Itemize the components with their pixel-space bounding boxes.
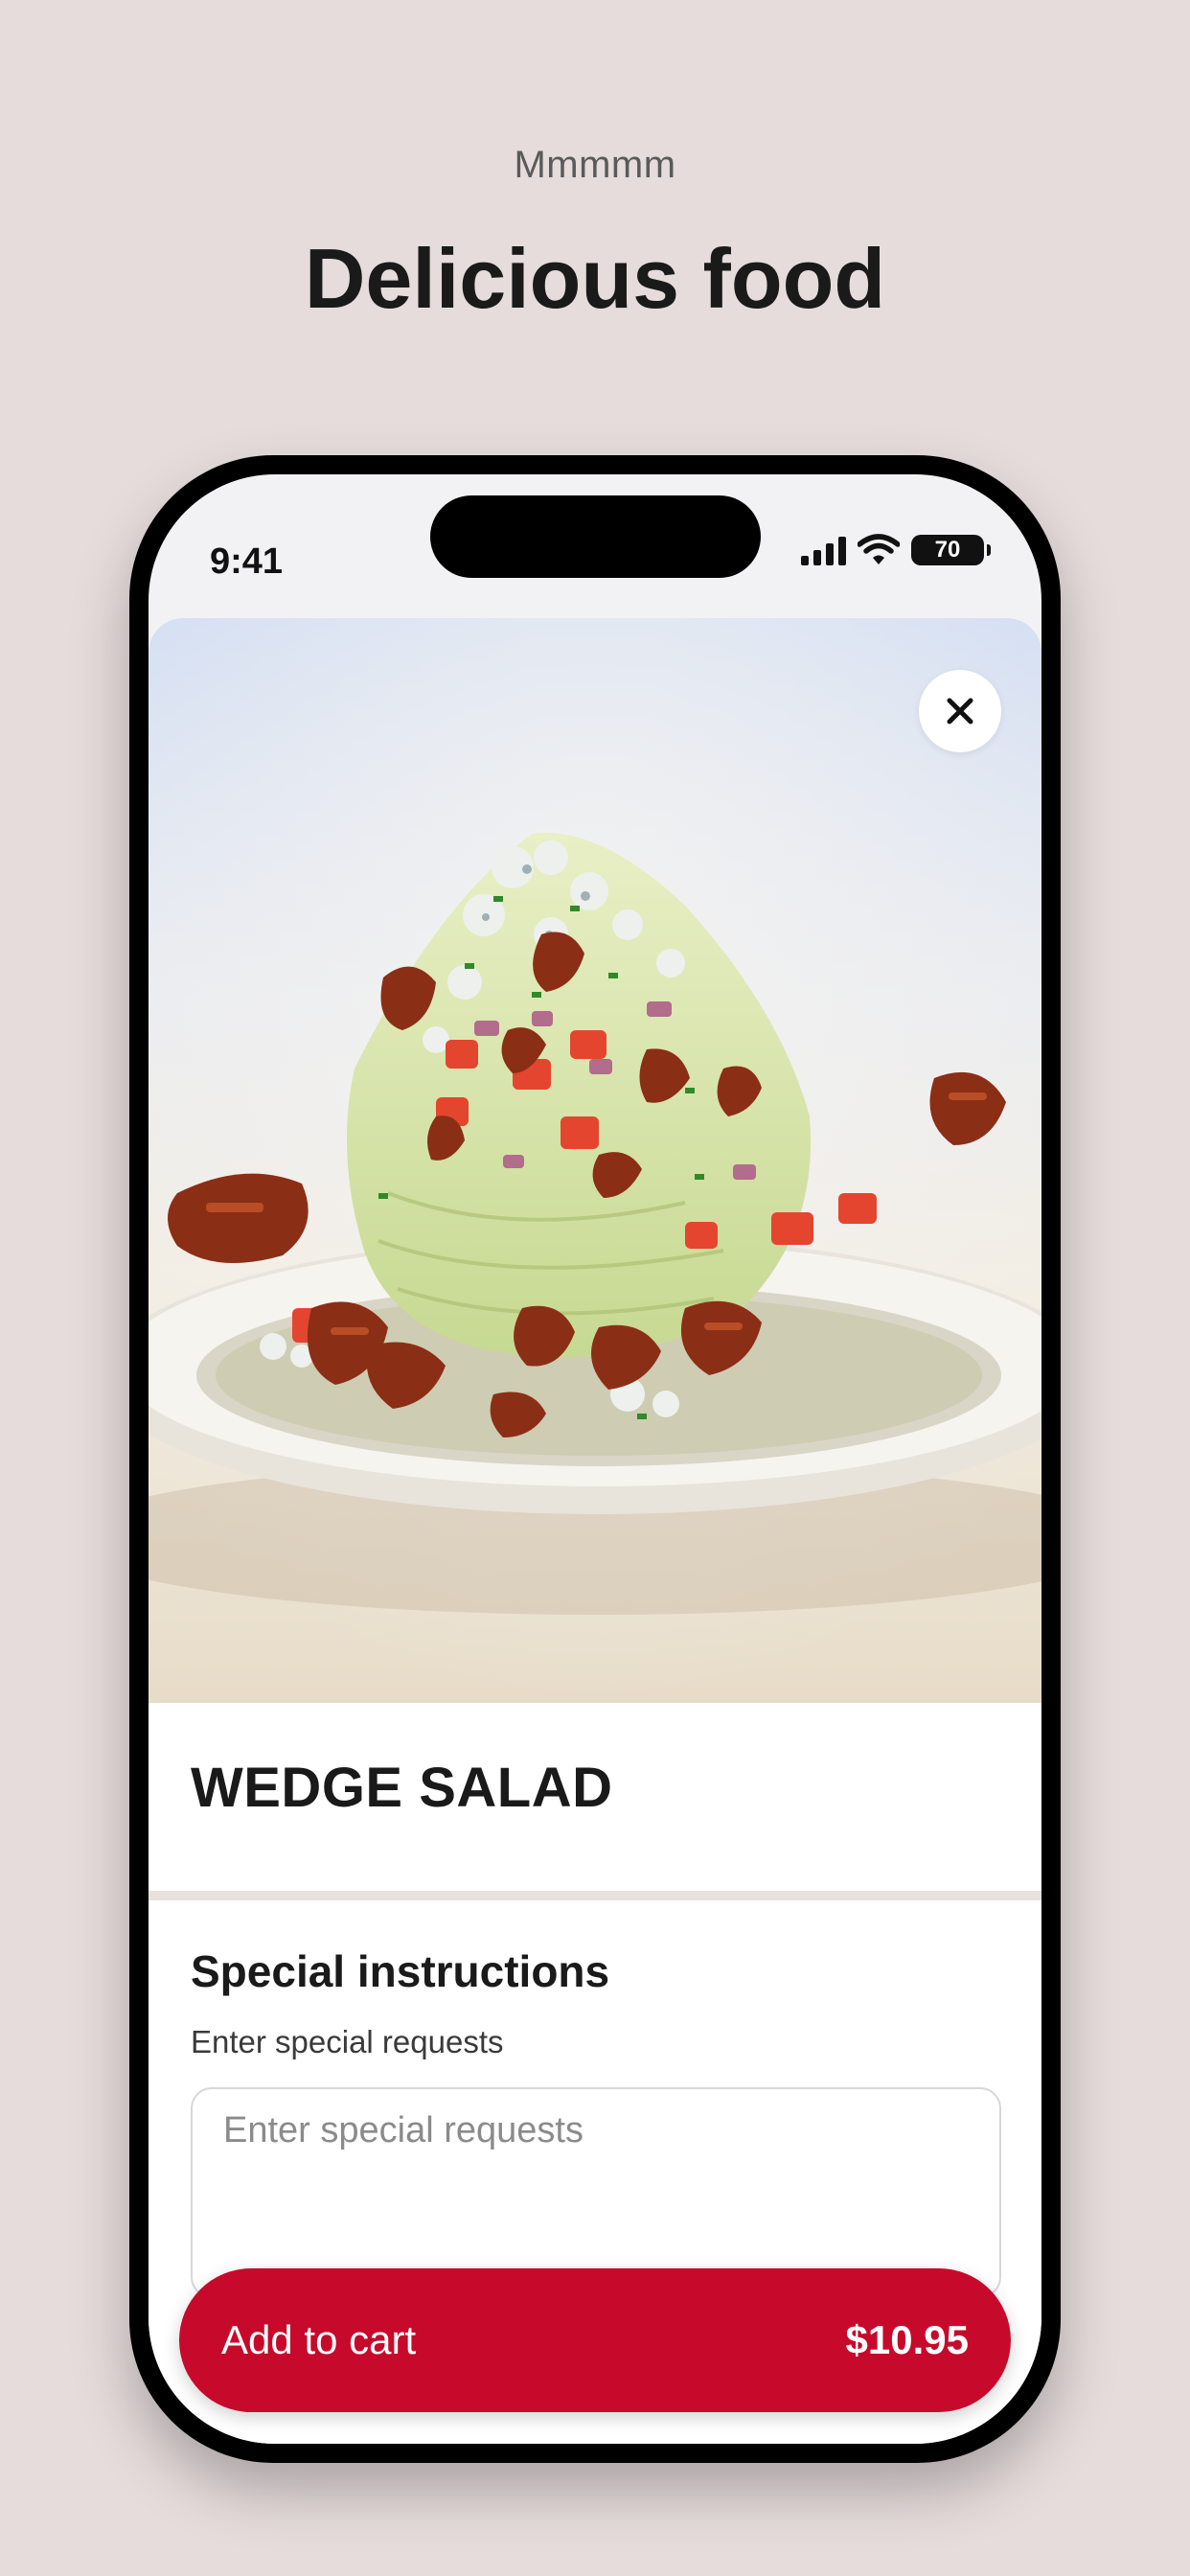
wifi-icon	[858, 534, 900, 564]
section-divider	[149, 1891, 1041, 1900]
wedge-salad-photo	[149, 618, 1041, 1703]
phone-screen: 9:41 70 WEDGE SALAD Special instructions…	[149, 474, 1041, 2444]
eyebrow-text: Mmmmm	[514, 144, 676, 186]
phone-frame: 9:41 70 WEDGE SALAD Special instructions…	[129, 455, 1061, 2463]
item-sheet: WEDGE SALAD Special instructions Enter s…	[149, 618, 1041, 2444]
battery-level: 70	[934, 537, 961, 563]
item-title: WEDGE SALAD	[191, 1757, 613, 1819]
battery-icon: 70	[911, 535, 991, 565]
special-instructions-section: Special instructions Enter special reque…	[191, 1945, 1001, 2303]
status-time: 9:41	[210, 541, 284, 582]
status-icons: 70	[801, 534, 991, 566]
food-image	[149, 618, 1041, 1703]
status-bar: 9:41 70	[149, 474, 1041, 609]
special-requests-input[interactable]	[191, 2087, 1001, 2298]
cellular-signal-icon	[801, 535, 846, 565]
instructions-heading: Special instructions	[191, 1946, 610, 1996]
close-button[interactable]	[919, 670, 1001, 752]
add-to-cart-label: Add to cart	[221, 2317, 417, 2362]
instructions-subheading: Enter special requests	[191, 2024, 504, 2059]
close-icon	[947, 698, 973, 724]
dynamic-island	[430, 495, 761, 578]
page-headline: Delicious food	[304, 231, 886, 326]
item-title-section: WEDGE SALAD	[149, 1703, 1041, 1891]
cart-price: $10.95	[845, 2317, 969, 2362]
add-to-cart-button[interactable]: Add to cart $10.95	[179, 2268, 1011, 2412]
